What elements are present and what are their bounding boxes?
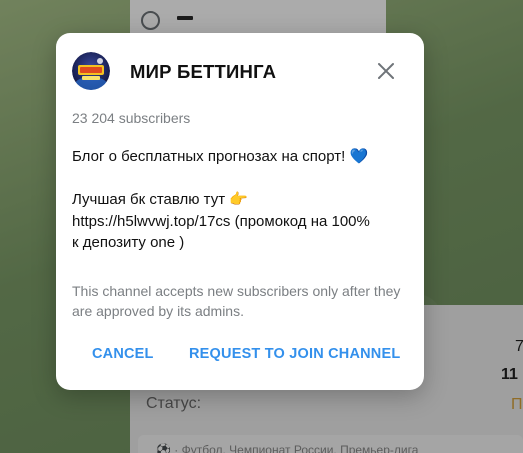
join-channel-dialog: МИР БЕТТИНГА 23 204 subscribers Блог о б… [56, 33, 424, 390]
request-to-join-button[interactable]: REQUEST TO JOIN CHANNEL [189, 346, 400, 362]
channel-avatar-icon [72, 52, 110, 90]
subscriber-count: 23 204 subscribers [72, 110, 191, 126]
description-line: Лучшая бк ставлю тут 👉 [72, 191, 248, 208]
description-line: Блог о бесплатных прогнозах на спорт! 💙 [72, 148, 369, 165]
channel-description: Блог о бесплатных прогнозах на спорт! 💙 … [72, 146, 412, 254]
approval-note: This channel accepts new subscribers onl… [72, 283, 401, 319]
close-icon[interactable] [374, 59, 398, 83]
description-line: к депозиту one ) [72, 234, 185, 251]
description-gap [72, 168, 412, 190]
description-link-line[interactable]: https://h5lwvwj.top/17cs (промокод на 10… [72, 211, 412, 233]
cancel-button[interactable]: CANCEL [92, 346, 154, 362]
channel-title: МИР БЕТТИНГА [130, 61, 277, 82]
